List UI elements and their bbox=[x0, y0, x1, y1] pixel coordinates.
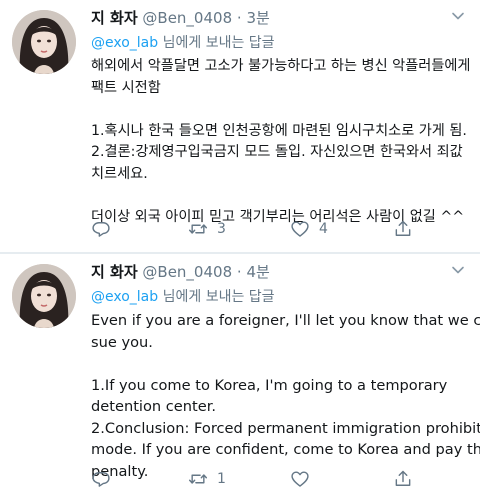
avatar-image bbox=[12, 10, 76, 74]
separator-dot: · bbox=[236, 9, 242, 27]
timestamp[interactable]: 3분 bbox=[246, 9, 269, 27]
separator-dot: · bbox=[236, 263, 242, 281]
tweet-line: 팩트 시전함 bbox=[91, 79, 161, 96]
retweet-button[interactable]: 1 bbox=[188, 467, 226, 491]
reply-suffix: 님에게 보내는 답글 bbox=[158, 35, 275, 51]
share-icon bbox=[395, 220, 411, 236]
like-button[interactable] bbox=[290, 467, 319, 491]
share-button[interactable] bbox=[393, 467, 413, 491]
like-icon bbox=[291, 221, 309, 237]
tweet-line: 2.Conclusion: Forced permanent immigrati… bbox=[91, 419, 480, 437]
tweet-header: 지 화자 @Ben_0408 · 3분 bbox=[91, 8, 270, 28]
reply-button[interactable] bbox=[91, 467, 111, 491]
tweet-line: 1.If you come to Korea, I'm going to a t… bbox=[91, 376, 448, 394]
tweet-line: sue you. bbox=[91, 333, 153, 351]
share-icon bbox=[395, 470, 411, 486]
reply-mention-link[interactable]: @exo_lab bbox=[91, 35, 158, 51]
avatar[interactable] bbox=[12, 10, 76, 74]
tweet-line: 해외에서 악플달면 고소가 불가능하다고 하는 병신 악플러들에게 bbox=[91, 58, 471, 74]
tweet-actions: 3 4 bbox=[91, 217, 471, 241]
tweet-line: detention center. bbox=[91, 398, 217, 416]
tweet-header: 지 화자 @Ben_0408 · 4분 bbox=[91, 262, 270, 282]
tweet-line: 2.결론:강제영구입국금지 모드 돌입. 자신있으면 한국와서 죄값 bbox=[91, 144, 463, 160]
tweet[interactable]: 지 화자 @Ben_0408 · 3분 @exo_lab 님에게 보내는 답글 … bbox=[0, 0, 480, 253]
display-name[interactable]: 지 화자 bbox=[91, 263, 138, 281]
tweet-line: Even if you are a foreigner, I'll let yo… bbox=[91, 312, 480, 329]
chevron-down-icon[interactable] bbox=[450, 262, 466, 278]
tweet-text: 해외에서 악플달면 고소가 불가능하다고 하는 병신 악플러들에게 팩트 시전함… bbox=[91, 56, 471, 228]
like-icon bbox=[291, 471, 309, 487]
replying-to: @exo_lab 님에게 보내는 답글 bbox=[91, 287, 275, 307]
user-handle[interactable]: @Ben_0408 bbox=[142, 263, 232, 281]
display-name[interactable]: 지 화자 bbox=[91, 9, 138, 27]
reply-icon bbox=[92, 472, 110, 487]
reply-button[interactable] bbox=[91, 217, 111, 241]
avatar-image bbox=[12, 264, 76, 328]
reply-suffix: 님에게 보내는 답글 bbox=[158, 289, 275, 305]
retweet-icon bbox=[188, 474, 208, 484]
tweet-line: 치르세요. bbox=[91, 165, 148, 182]
timestamp[interactable]: 4분 bbox=[246, 263, 269, 281]
retweet-button[interactable]: 3 bbox=[188, 217, 226, 241]
retweet-count: 1 bbox=[217, 471, 226, 487]
like-button[interactable]: 4 bbox=[290, 217, 328, 241]
retweet-icon bbox=[188, 224, 208, 234]
reply-mention-link[interactable]: @exo_lab bbox=[91, 289, 158, 305]
replying-to: @exo_lab 님에게 보내는 답글 bbox=[91, 33, 275, 53]
avatar[interactable] bbox=[12, 264, 76, 328]
reply-icon bbox=[92, 222, 110, 237]
tweet[interactable]: 지 화자 @Ben_0408 · 4분 @exo_lab 님에게 보내는 답글 … bbox=[0, 254, 480, 503]
share-button[interactable] bbox=[393, 217, 413, 241]
tweet-line: mode. If you are confident, come to Kore… bbox=[91, 441, 480, 459]
retweet-count: 3 bbox=[217, 221, 226, 237]
tweet-text: Even if you are a foreigner, I'll let yo… bbox=[91, 310, 480, 483]
like-count: 4 bbox=[319, 221, 328, 237]
tweet-line: 1.혹시나 한국 들오면 인천공항에 마련된 임시구치소로 가게 됨. bbox=[91, 122, 467, 139]
user-handle[interactable]: @Ben_0408 bbox=[142, 9, 232, 27]
chevron-down-icon[interactable] bbox=[450, 8, 466, 24]
tweet-actions: 1 bbox=[91, 467, 471, 491]
